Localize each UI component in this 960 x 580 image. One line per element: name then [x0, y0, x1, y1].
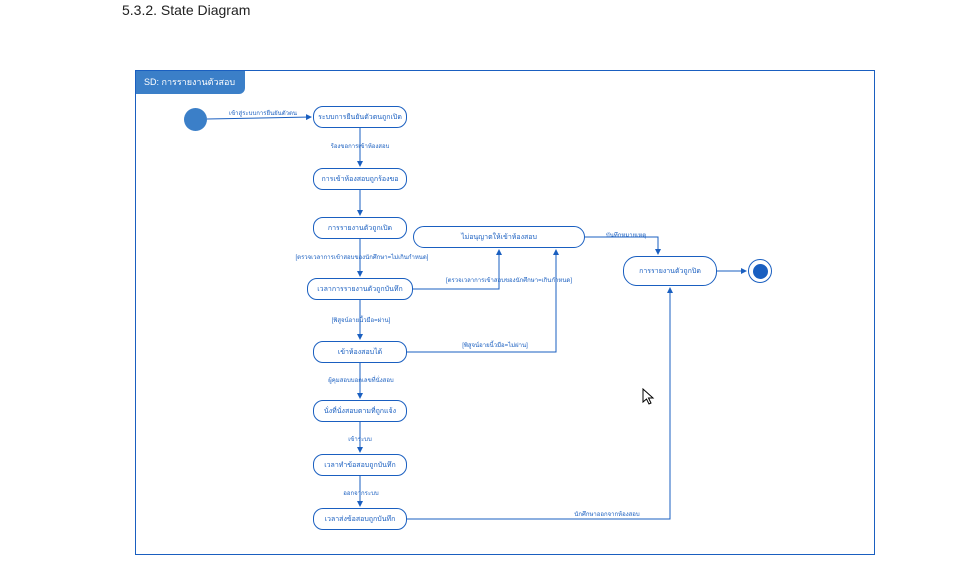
- frame-label: SD: การรายงานตัวสอบ: [136, 71, 245, 94]
- state-can-enter: เข้าห้องสอบได้: [313, 341, 407, 363]
- state-seated: นั่งที่นั่งสอบตามที่ถูกแจ้ง: [313, 400, 407, 422]
- edges-svg: [136, 71, 876, 556]
- state-room-request: การเข้าห้องสอบถูกร้องขอ: [313, 168, 407, 190]
- state-report-closed: การรายงานตัวถูกปิด: [623, 256, 717, 286]
- diagram-frame: SD: การรายงานตัวสอบ ระบบการยืนยันตัวตนถู…: [135, 70, 875, 555]
- state-login-open: ระบบการยืนยันตัวตนถูกเปิด: [313, 106, 407, 128]
- edge-time-denied: [ตรวจเวลาการเข้าสอบของนักศึกษา=เกินกำหนด…: [425, 275, 593, 285]
- edge-start-login: เข้าสู่ระบบการยืนยันตัวตน: [222, 108, 304, 118]
- state-exam-time-rec: เวลาทำข้อสอบถูกบันทึก: [313, 454, 407, 476]
- edge-denied-closed: บันทึกหมายเหตุ: [592, 230, 660, 240]
- end-state: [748, 259, 772, 283]
- edge-seated-examtime: เข้าระบบ: [336, 434, 384, 444]
- edge-login-request: ร้องขอการเข้าห้องสอบ: [322, 141, 398, 151]
- edge-submit-closed: นักศึกษาออกจากห้องสอบ: [554, 509, 660, 519]
- edge-enter-seated: ผู้คุมสอบบอกเลขที่นั่งสอบ: [314, 375, 408, 385]
- state-denied: ไม่อนุญาตให้เข้าห้องสอบ: [413, 226, 585, 248]
- edge-report-time: [ตรวจเวลาการเข้าสอบของนักศึกษา=ไม่เกินกำ…: [282, 252, 442, 262]
- edge-time-enter: [พิสูจน์อายนี้วมือ=ผ่าน]: [318, 315, 404, 325]
- edge-examtime-submit: ออกจากระบบ: [332, 488, 390, 498]
- start-state: [184, 108, 207, 131]
- state-time-recorded: เวลาการรายงานตัวถูกบันทึก: [307, 278, 413, 300]
- state-report-open: การรายงานตัวถูกเปิด: [313, 217, 407, 239]
- state-submit-time-rec: เวลาส่งข้อสอบถูกบันทึก: [313, 508, 407, 530]
- section-title: 5.3.2. State Diagram: [122, 2, 250, 18]
- edge-enter-denied: [พิสูจน์อายนี้วมือ=ไม่ผ่าน]: [441, 340, 549, 350]
